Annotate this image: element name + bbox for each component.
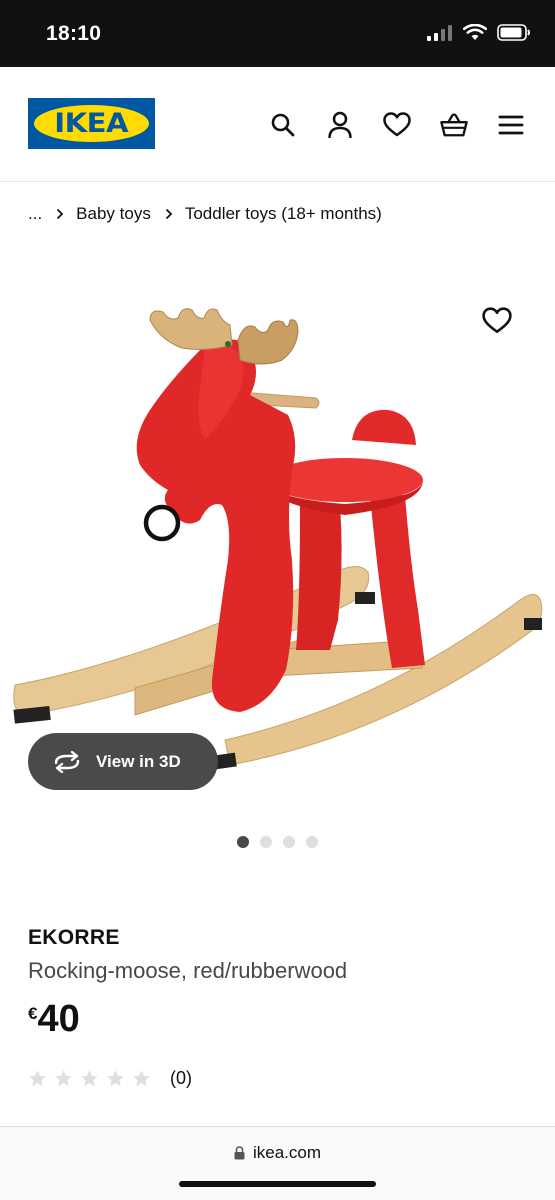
product-description: Rocking-moose, red/rubberwood <box>28 958 348 983</box>
browser-url-bar[interactable]: ikea.com <box>0 1126 555 1200</box>
account-button[interactable] <box>326 111 354 139</box>
star-empty-icon <box>55 1070 72 1087</box>
home-indicator[interactable] <box>179 1181 376 1187</box>
cellular-signal-icon <box>427 24 452 41</box>
shopping-basket-icon <box>440 113 468 137</box>
price-amount: 40 <box>37 998 80 1040</box>
wishlist-heart-icon <box>383 112 411 137</box>
logo-text: IKEA <box>54 108 129 139</box>
star-empty-icon <box>107 1070 124 1087</box>
product-image[interactable] <box>0 270 555 810</box>
add-to-wishlist-button[interactable] <box>482 307 514 337</box>
rotate-3d-icon <box>54 750 80 773</box>
product-price: €40 <box>28 998 80 1041</box>
carousel-dots <box>237 836 318 848</box>
site-header: IKEA <box>0 67 555 182</box>
carousel-dot[interactable] <box>306 836 318 848</box>
heart-icon <box>482 307 512 333</box>
url-display[interactable]: ikea.com <box>0 1143 555 1163</box>
wifi-icon <box>463 24 487 40</box>
search-button[interactable] <box>269 111 297 139</box>
basket-button[interactable] <box>440 111 468 139</box>
price-currency: € <box>28 1004 38 1023</box>
chevron-right-icon <box>56 208 64 220</box>
view-in-3d-button[interactable]: View in 3D <box>28 733 218 790</box>
menu-button[interactable] <box>497 111 525 139</box>
breadcrumb-ellipsis[interactable]: ... <box>28 204 42 224</box>
wishlist-button[interactable] <box>383 111 411 139</box>
menu-icon <box>498 115 524 135</box>
lock-icon <box>234 1146 245 1160</box>
chevron-right-icon <box>165 208 173 220</box>
url-text: ikea.com <box>252 1143 322 1162</box>
breadcrumb-item-toddler-toys[interactable]: Toddler toys (18+ months) <box>185 204 382 224</box>
header-icons <box>269 111 525 139</box>
status-time: 18:10 <box>46 22 102 45</box>
rating-count: (0) <box>170 1068 192 1088</box>
account-icon <box>328 111 352 139</box>
status-icons <box>427 24 531 41</box>
logo-oval: IKEA <box>34 105 149 142</box>
carousel-dot[interactable] <box>260 836 272 848</box>
breadcrumb: ... Baby toys Toddler toys (18+ months) <box>28 204 382 224</box>
breadcrumb-item-baby-toys[interactable]: Baby toys <box>76 204 151 224</box>
product-rating[interactable]: (0) <box>28 1068 192 1089</box>
ikea-logo[interactable]: IKEA <box>28 98 155 149</box>
product-name: EKORRE <box>28 926 120 949</box>
carousel-dot[interactable] <box>237 836 249 848</box>
carousel-dot[interactable] <box>283 836 295 848</box>
status-bar: 18:10 <box>0 0 555 67</box>
battery-icon <box>497 24 530 41</box>
view-in-3d-label: View in 3D <box>96 751 181 771</box>
star-empty-icon <box>29 1070 46 1087</box>
star-empty-icon <box>81 1070 98 1087</box>
star-empty-icon <box>133 1070 150 1087</box>
search-icon <box>271 113 295 137</box>
